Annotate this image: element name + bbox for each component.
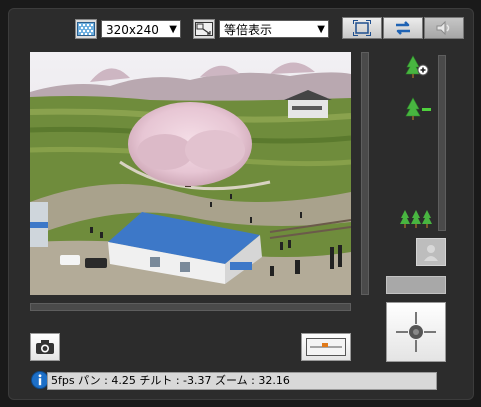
snapshot-button[interactable]: [30, 333, 60, 361]
pan-slider[interactable]: [30, 303, 351, 311]
three-trees-icon: [400, 210, 432, 228]
fullscreen-icon: [353, 20, 371, 36]
fullscreen-button[interactable]: [342, 17, 382, 39]
tree-plus-icon: [405, 55, 429, 78]
resolution-value: 320x240: [106, 23, 159, 37]
person-button[interactable]: [416, 238, 446, 266]
preset-position-button[interactable]: [301, 333, 351, 361]
zoom-in-button[interactable]: [405, 55, 429, 83]
zoom-mode-select[interactable]: 等倍表示 ▼: [219, 20, 329, 38]
pan-tilt-joystick[interactable]: [386, 302, 446, 362]
person-icon: [424, 245, 438, 261]
zoom-wide-button[interactable]: [400, 209, 432, 233]
chevron-down-icon: ▼: [169, 24, 177, 35]
speaker-icon: [436, 20, 450, 36]
camera-live-image: [29, 52, 352, 295]
zoom-mode-icon: [193, 19, 215, 39]
zoom-slider[interactable]: [438, 55, 446, 231]
preset-bar[interactable]: [386, 276, 446, 294]
camera-icon: [36, 340, 54, 354]
audio-button[interactable]: [424, 17, 464, 39]
preset-position-icon: [306, 338, 346, 356]
status-text: 5fps パン : 4.25 チルト : -3.37 ズーム : 32.16: [47, 372, 437, 390]
chevron-down-icon: ▼: [317, 24, 325, 35]
tree-minus-icon: [405, 97, 431, 120]
tilt-slider[interactable]: [361, 52, 369, 295]
zoom-mode-value: 等倍表示: [224, 23, 273, 37]
camera-viewer-panel: 320x240 ▼ 等倍表示 ▼: [8, 8, 474, 400]
zoom-out-button[interactable]: [405, 97, 435, 125]
resolution-icon: [75, 19, 97, 39]
resolution-select[interactable]: 320x240 ▼: [101, 20, 181, 38]
swap-arrows-icon: [396, 21, 410, 35]
pan-tilt-joystick-icon: [396, 312, 436, 352]
swap-button[interactable]: [383, 17, 423, 39]
camera-view[interactable]: [29, 52, 352, 295]
